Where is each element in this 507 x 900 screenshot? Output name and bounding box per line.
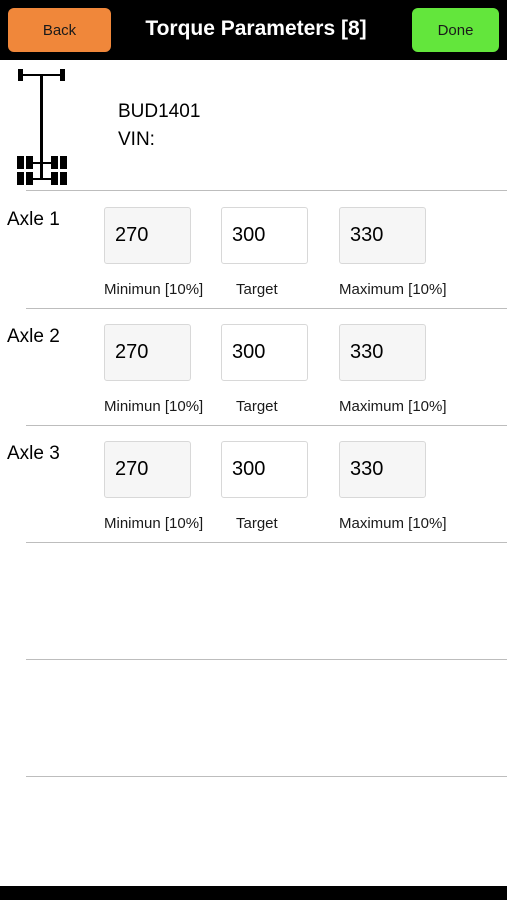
target-caption: Target (236, 398, 278, 415)
vehicle-id: BUD1401 (118, 101, 201, 122)
maximum-caption: Maximum [10%] (339, 281, 447, 298)
maximum-caption: Maximum [10%] (339, 398, 447, 415)
bottom-bar (0, 886, 507, 900)
axle-chassis-icon (17, 69, 67, 185)
minimum-torque-field[interactable]: 270 (104, 324, 191, 381)
minimum-caption: Minimun [10%] (104, 398, 204, 415)
axle-label: Axle 2 (7, 326, 60, 347)
divider (26, 542, 507, 543)
vehicle-info: BUD1401 VIN: (0, 60, 507, 190)
maximum-torque-field[interactable]: 330 (339, 441, 426, 498)
divider (26, 776, 507, 777)
target-torque-field[interactable]: 300 (221, 441, 308, 498)
axle-row-3: Axle 3 270 300 330 Minimun [10%] Target … (0, 425, 507, 542)
minimum-torque-field[interactable]: 270 (104, 207, 191, 264)
page-title: Torque Parameters [8] (145, 17, 367, 40)
maximum-torque-field[interactable]: 330 (339, 324, 426, 381)
vin-label: VIN: (118, 129, 155, 150)
target-torque-field[interactable]: 300 (221, 207, 308, 264)
maximum-torque-field[interactable]: 330 (339, 207, 426, 264)
minimum-torque-field[interactable]: 270 (104, 441, 191, 498)
axle-label: Axle 1 (7, 209, 60, 230)
target-torque-field[interactable]: 300 (221, 324, 308, 381)
axle-row-2: Axle 2 270 300 330 Minimun [10%] Target … (0, 308, 507, 425)
minimum-caption: Minimun [10%] (104, 281, 204, 298)
navigation-bar: Back Torque Parameters [8] Done (0, 0, 507, 60)
back-button[interactable]: Back (8, 8, 111, 52)
target-caption: Target (236, 515, 278, 532)
divider (26, 659, 507, 660)
axle-label: Axle 3 (7, 443, 60, 464)
maximum-caption: Maximum [10%] (339, 515, 447, 532)
target-caption: Target (236, 281, 278, 298)
minimum-caption: Minimun [10%] (104, 515, 204, 532)
axle-row-1: Axle 1 270 300 330 Minimun [10%] Target … (0, 191, 507, 308)
done-button[interactable]: Done (412, 8, 499, 52)
